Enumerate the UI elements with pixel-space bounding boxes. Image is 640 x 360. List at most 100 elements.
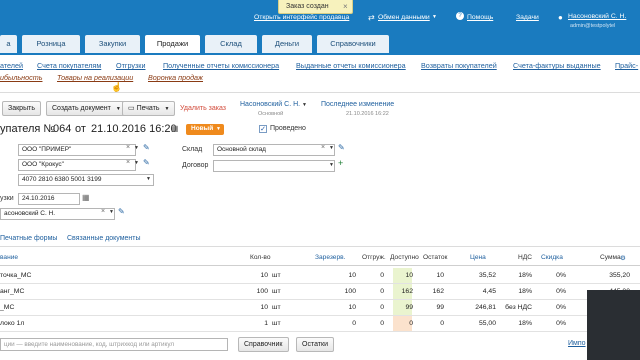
- cell-qty[interactable]: 1: [240, 320, 268, 327]
- chevron-down-icon: ▼: [164, 106, 170, 112]
- tab-sales[interactable]: Продажи: [145, 35, 200, 53]
- cell-name[interactable]: точка_МС: [0, 272, 120, 279]
- add-icon[interactable]: +: [338, 158, 343, 168]
- cell-name[interactable]: локо 1л: [0, 320, 120, 327]
- edit-icon[interactable]: ✎: [143, 143, 150, 152]
- subnav-pricelist[interactable]: Прайс-: [615, 61, 638, 70]
- exchange-menu[interactable]: Обмен данными: [378, 14, 430, 21]
- col-qty[interactable]: Кол-во: [250, 254, 271, 261]
- calendar-icon[interactable]: ▦: [82, 193, 90, 202]
- status-dropdown[interactable]: Новый ▼: [186, 124, 224, 135]
- import-link[interactable]: Импо: [568, 340, 586, 347]
- cell-price[interactable]: 246,81: [466, 304, 496, 311]
- subnav-consignment[interactable]: Товары на реализации: [57, 73, 133, 82]
- doc-number[interactable]: 064: [53, 123, 71, 135]
- tab-partial[interactable]: а: [0, 35, 17, 53]
- cell-unit: шт: [272, 320, 281, 327]
- cell-vat[interactable]: 18%: [502, 288, 532, 295]
- tab-print-forms[interactable]: Печатные формы: [0, 235, 57, 242]
- cell-discount[interactable]: 0%: [548, 288, 566, 295]
- user-name[interactable]: Насоновский С. Н.: [568, 13, 626, 20]
- cell-discount[interactable]: 0%: [548, 272, 566, 279]
- product-search-input[interactable]: ции — введите наименование, код, штрихко…: [0, 338, 228, 351]
- posted-checkbox[interactable]: ✓: [259, 125, 267, 133]
- account-select[interactable]: 4070 2810 6380 5001 3199: [18, 174, 154, 186]
- help-link[interactable]: Помощь: [467, 14, 493, 21]
- old-interface-link[interactable]: Открыть интерфейс продавца: [254, 14, 349, 21]
- subnav-commission-issued[interactable]: Выданные отчеты комиссионера: [296, 61, 406, 70]
- remainders-button[interactable]: Остатки: [296, 337, 334, 352]
- col-shipped[interactable]: Отгруж.: [362, 254, 386, 261]
- table-row[interactable]: _МС10шт1009999246,81без НДС0%2 468,10: [0, 300, 640, 316]
- col-vat[interactable]: НДС: [518, 254, 532, 261]
- col-remainder[interactable]: Остаток: [423, 254, 447, 261]
- cell-vat[interactable]: без НДС: [502, 304, 532, 311]
- subnav-vat-invoices[interactable]: Счета-фактуры выданные: [513, 61, 601, 70]
- settings-icon[interactable]: ⚙: [620, 254, 626, 262]
- cell-name[interactable]: _МС: [0, 304, 120, 311]
- table-row[interactable]: анг_МС100шт10001621624,4518%0%445,00: [0, 284, 640, 300]
- edit-icon[interactable]: ✎: [118, 207, 125, 216]
- tab-linked-docs[interactable]: Связанные документы: [67, 235, 141, 242]
- clear-icon[interactable]: ×: [321, 144, 325, 151]
- contract-field[interactable]: [213, 160, 335, 172]
- subnav-shipments[interactable]: Отгрузки: [116, 61, 145, 70]
- catalog-button[interactable]: Справочник: [238, 337, 289, 352]
- owner-field[interactable]: асоновский С. Н.: [0, 208, 115, 220]
- shipment-date-field[interactable]: 24.10.2016: [18, 193, 80, 205]
- doc-date[interactable]: 21.10.2016 16:20: [91, 123, 177, 135]
- subnav-commission-received[interactable]: Полученные отчеты комиссионера: [163, 61, 279, 70]
- edit-icon[interactable]: ✎: [143, 158, 150, 167]
- close-button[interactable]: Закрыть: [2, 101, 41, 116]
- delete-order-link[interactable]: Удалить заказ: [180, 105, 226, 112]
- table-row[interactable]: точка_МС 10 шт 10 0 10 10 35,52 18% 0% 355,20: [0, 268, 640, 284]
- counterparty-field[interactable]: ООО "Крокус": [18, 159, 136, 171]
- tab-warehouse[interactable]: Склад: [205, 35, 257, 53]
- subnav-invoices[interactable]: Счета покупателям: [37, 61, 101, 70]
- organization-field[interactable]: ООО "ПРИМЕР": [18, 144, 136, 156]
- owner-group: Основной: [258, 111, 284, 117]
- table-row[interactable]: локо 1л1шт000055,0018%0%55,00: [0, 316, 640, 332]
- cell-qty[interactable]: 100: [240, 288, 268, 295]
- tasks-link[interactable]: Задачи: [516, 14, 539, 21]
- subnav-returns[interactable]: Возвраты покупателей: [421, 61, 497, 70]
- cell-qty[interactable]: 10: [240, 272, 268, 279]
- subnav-funnel[interactable]: Воронка продаж: [148, 73, 203, 82]
- col-discount[interactable]: Скидка: [541, 254, 563, 261]
- col-available[interactable]: Доступно: [390, 254, 419, 261]
- cell-qty[interactable]: 10: [240, 304, 268, 311]
- col-sum[interactable]: Сумма: [600, 254, 621, 261]
- create-document-button[interactable]: Создать документ ▼: [46, 101, 127, 116]
- warehouse-field[interactable]: Основной склад: [213, 144, 335, 156]
- chevron-down-icon: ▼: [329, 162, 334, 168]
- col-price[interactable]: Цена: [470, 254, 486, 261]
- clear-icon[interactable]: ×: [126, 144, 130, 151]
- cell-discount[interactable]: 0%: [548, 304, 566, 311]
- tab-retail[interactable]: Розница: [22, 35, 80, 53]
- cell-discount[interactable]: 0%: [548, 320, 566, 327]
- cell-price[interactable]: 55,00: [466, 320, 496, 327]
- cell-vat[interactable]: 18%: [502, 272, 532, 279]
- owner-name[interactable]: Насоновский С. Н.: [240, 101, 300, 108]
- cell-name[interactable]: анг_МС: [0, 288, 120, 295]
- col-name[interactable]: вание: [0, 254, 18, 261]
- calendar-icon[interactable]: ▦: [171, 124, 179, 133]
- notification-close-icon[interactable]: ×: [343, 2, 348, 11]
- last-change-link[interactable]: Последнее изменение: [321, 101, 394, 108]
- clear-icon[interactable]: ×: [126, 159, 130, 166]
- tab-directories[interactable]: Справочники: [317, 35, 389, 53]
- tab-purchases[interactable]: Закупки: [85, 35, 140, 53]
- notification-toast: Заказ создан ×: [278, 0, 353, 14]
- cell-price[interactable]: 4,45: [466, 288, 496, 295]
- tab-money[interactable]: Деньги: [262, 35, 312, 53]
- col-reserve[interactable]: Зарезерв.: [315, 254, 345, 261]
- print-button[interactable]: ▭ Печать ▼: [122, 101, 176, 116]
- cell-vat[interactable]: 18%: [502, 320, 532, 327]
- edit-icon[interactable]: ✎: [338, 143, 345, 152]
- chevron-down-icon: ▼: [115, 106, 121, 112]
- clear-icon[interactable]: ×: [101, 208, 105, 215]
- cell-price[interactable]: 35,52: [466, 272, 496, 279]
- subnav-partial[interactable]: ателей: [0, 61, 23, 70]
- doctabs-divider: [0, 246, 640, 247]
- subnav-profitability[interactable]: ибыльность: [0, 73, 42, 82]
